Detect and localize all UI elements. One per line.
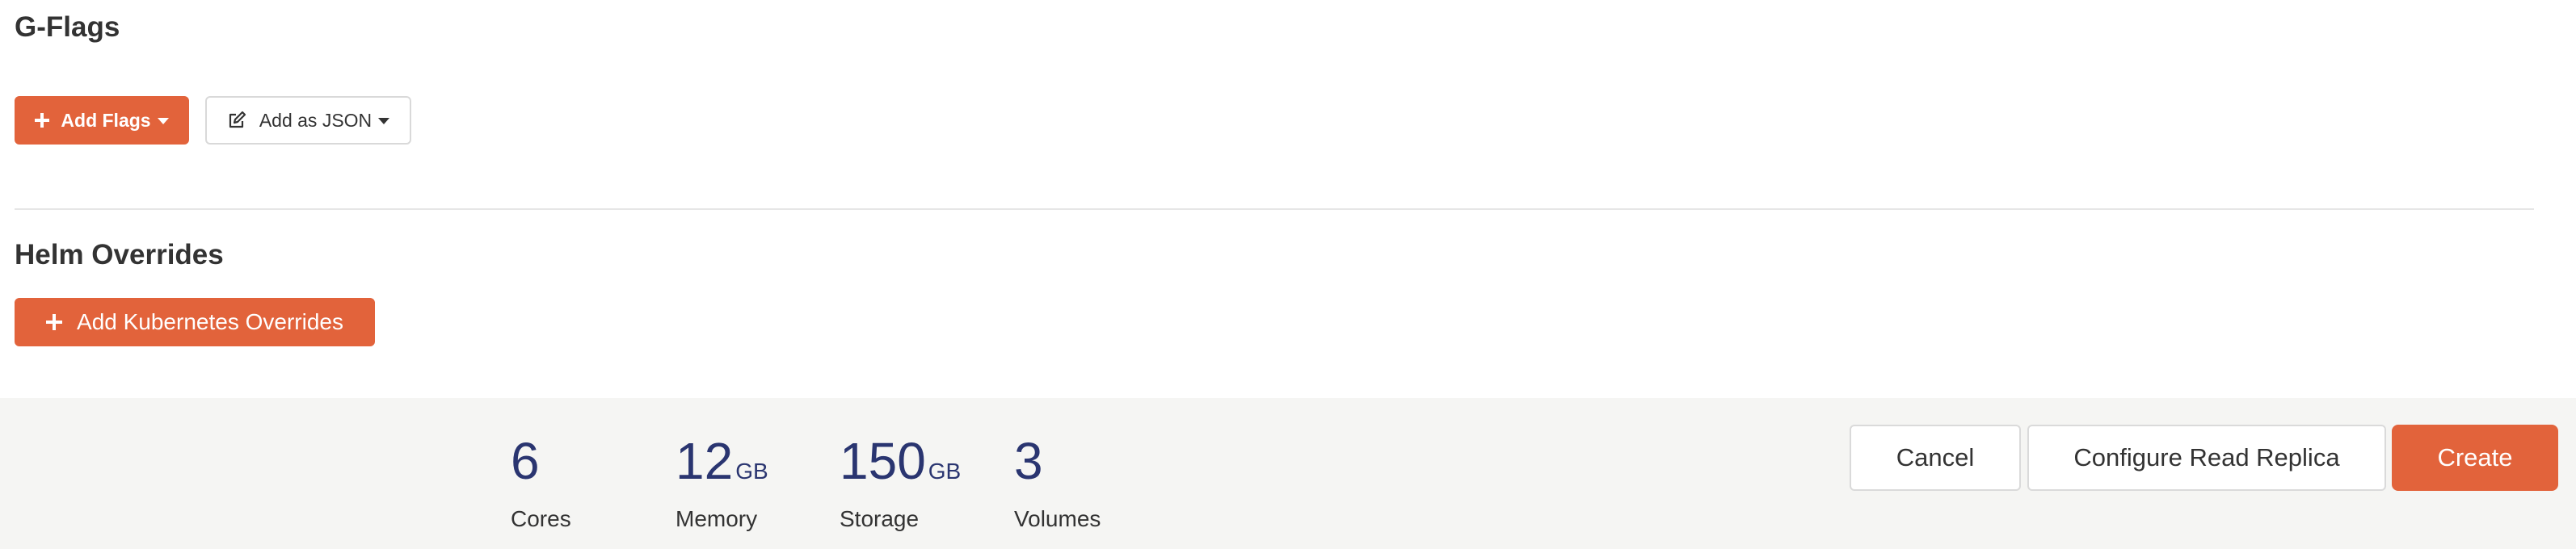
memory-label: Memory: [676, 506, 758, 531]
stat-storage: 150 GB Storage: [840, 431, 961, 533]
add-flags-button[interactable]: Add Flags: [15, 96, 189, 145]
chevron-down-icon: [157, 118, 169, 124]
add-as-json-button[interactable]: Add as JSON: [205, 96, 411, 145]
page: G-Flags Add Flags Add as JSON Helm Overr…: [0, 0, 2576, 549]
storage-value: 150: [840, 432, 926, 490]
volumes-label: Volumes: [1014, 506, 1101, 531]
stat-memory: 12 GB Memory: [676, 431, 768, 533]
add-kubernetes-overrides-label: Add Kubernetes Overrides: [77, 309, 343, 334]
add-flags-label: Add Flags: [61, 109, 151, 131]
add-kubernetes-overrides-button[interactable]: Add Kubernetes Overrides: [15, 298, 375, 346]
cancel-button[interactable]: Cancel: [1850, 425, 2021, 491]
cores-label: Cores: [511, 506, 571, 531]
stat-cores: 6 Cores: [511, 431, 571, 533]
volumes-value: 3: [1014, 432, 1043, 490]
chevron-down-icon: [378, 118, 390, 124]
configure-read-replica-button[interactable]: Configure Read Replica: [2027, 425, 2386, 491]
section-divider: [15, 208, 2534, 210]
storage-label: Storage: [840, 506, 920, 531]
stat-volumes: 3 Volumes: [1014, 431, 1101, 533]
edit-icon: [229, 111, 246, 128]
gflags-title: G-Flags: [15, 11, 120, 43]
add-as-json-label: Add as JSON: [259, 109, 373, 131]
plus-icon: [35, 113, 50, 128]
plus-icon: [46, 314, 63, 330]
memory-unit: GB: [735, 459, 768, 484]
storage-unit: GB: [928, 459, 962, 484]
create-button[interactable]: Create: [2392, 425, 2558, 491]
memory-value: 12: [676, 432, 734, 490]
cores-value: 6: [511, 432, 540, 490]
helm-overrides-title: Helm Overrides: [15, 239, 224, 270]
